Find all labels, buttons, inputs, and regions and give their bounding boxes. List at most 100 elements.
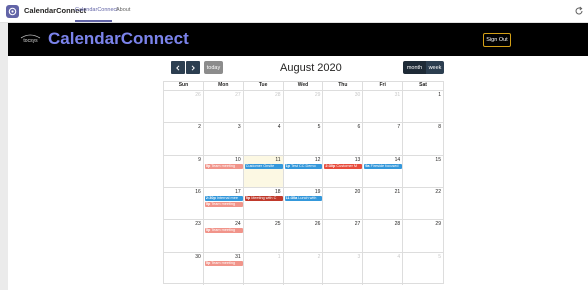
calendar-event[interactable]: 1p Test CC Demo (284, 163, 323, 169)
day-cell[interactable]: 10 (203, 155, 244, 188)
day-cell[interactable]: 1 (244, 252, 284, 285)
day-number: 12 (314, 156, 321, 163)
day-cell[interactable]: 25 (243, 220, 284, 253)
day-cell[interactable]: 4 (363, 252, 404, 285)
calendar-event[interactable]: Customer Onsite (244, 163, 283, 169)
event-time: 5p (205, 163, 211, 168)
day-number: 23 (195, 221, 201, 228)
weekday-header-fri: Fri (363, 82, 404, 90)
day-cell[interactable]: 28 (243, 91, 284, 124)
day-number: 4 (397, 253, 401, 260)
day-cell[interactable]: 31 (363, 91, 404, 124)
active-tab-indicator (75, 20, 112, 22)
refresh-icon[interactable] (574, 6, 584, 16)
event-title: Team meeting (211, 163, 236, 168)
day-cell[interactable]: 2 (164, 123, 204, 156)
sign-out-button[interactable]: Sign Out (483, 33, 511, 47)
day-number: 27 (354, 221, 361, 228)
day-cell[interactable]: 6 (323, 123, 364, 156)
calendar-event[interactable]: 2:30p Customer M (324, 163, 363, 169)
day-cell[interactable]: 19 (283, 188, 324, 221)
day-number: 10 (235, 156, 241, 163)
event-time: 1p (285, 163, 290, 168)
day-cell[interactable]: 27 (203, 91, 244, 124)
day-number: 2 (317, 253, 321, 260)
day-cell[interactable]: 9 (164, 155, 204, 188)
day-cell[interactable]: 8 (403, 123, 443, 156)
day-cell[interactable]: 28 (363, 220, 404, 253)
day-number: 1 (438, 92, 441, 98)
day-cell[interactable]: 5 (283, 123, 324, 156)
day-cell[interactable]: 5 (403, 253, 443, 285)
day-cell[interactable]: 3 (203, 123, 244, 156)
event-time: 5p (205, 202, 211, 206)
event-title: Customer Onsite (245, 163, 275, 168)
day-cell[interactable]: 14 (363, 155, 404, 188)
day-number: 29 (314, 92, 321, 98)
day-cell[interactable]: 13 (323, 155, 364, 188)
calendar-event[interactable]: 5p Team meeting (204, 228, 243, 234)
event-title: Team meeting (211, 228, 236, 233)
day-cell[interactable]: 27 (323, 220, 364, 253)
day-cell[interactable]: 12 (283, 155, 324, 188)
weekday-header-wed: Wed (284, 82, 324, 90)
event-time: 11:30a (285, 196, 298, 200)
day-number: 9 (198, 156, 201, 163)
calendarconnect-app-icon (6, 5, 19, 18)
weekday-header-sun: Sun (164, 82, 204, 90)
day-number: 5 (438, 253, 441, 260)
day-cell[interactable]: 29 (283, 91, 324, 124)
day-number: 7 (397, 124, 401, 131)
day-cell[interactable]: 24 (203, 220, 244, 253)
calendar-event[interactable]: 5p Meeting with C (244, 196, 283, 201)
event-time: 2:30p (205, 196, 216, 200)
calendar-event[interactable]: 2:30p Internal mee (204, 196, 243, 201)
today-button[interactable]: today (204, 61, 223, 74)
day-cell[interactable]: 21 (363, 188, 404, 221)
day-cell[interactable]: 15 (403, 156, 443, 188)
day-number: 17 (235, 189, 241, 195)
calendar-event[interactable]: 11:30a Lunch with (284, 196, 323, 201)
app-logo-icon (8, 7, 17, 16)
day-cell[interactable]: 7 (363, 123, 404, 156)
event-title: Meeting with C (251, 196, 277, 200)
event-title: Lunch with (298, 196, 317, 200)
day-cell[interactable]: 26 (283, 220, 324, 253)
week-view-button[interactable]: week (426, 61, 444, 74)
day-number: 8 (438, 124, 441, 131)
day-cell[interactable]: 4 (243, 123, 284, 156)
day-cell[interactable]: 20 (323, 188, 364, 221)
prev-month-button[interactable] (171, 61, 185, 74)
day-cell[interactable]: 1 (403, 91, 443, 124)
day-cell[interactable]: 22 (403, 188, 443, 221)
calendar-event[interactable]: 5p Team meeting (204, 202, 243, 207)
tab-about[interactable]: About (116, 7, 130, 13)
day-cell[interactable]: 23 (164, 220, 204, 253)
day-cell[interactable]: 29 (403, 220, 443, 253)
day-number: 30 (195, 253, 201, 260)
calendar-event[interactable]: 5p Team meeting (204, 163, 243, 169)
month-title: August 2020 (280, 62, 342, 74)
day-cell[interactable]: 16 (164, 188, 204, 221)
event-title: Test CC Demo (291, 163, 316, 168)
day-number: 11 (275, 156, 281, 163)
day-cell[interactable]: 3 (323, 252, 364, 285)
day-cell[interactable]: 31 (204, 252, 244, 285)
day-number: 15 (435, 156, 441, 163)
tab-calendarconnect[interactable]: CalendarConnect (75, 7, 118, 13)
day-cell[interactable]: 18 (243, 188, 284, 221)
day-number: 3 (357, 253, 361, 260)
event-title: Internal mee (216, 196, 238, 200)
month-grid: Sun Mon Tue Wed Thu Fri Sat 26 27 28 29 30 31 1 2 3 4 5 6 7… (163, 81, 444, 285)
day-number: 31 (235, 253, 241, 260)
day-cell[interactable]: 26 (164, 91, 204, 124)
calendar-event[interactable]: 9a Fireside focused (364, 163, 403, 169)
day-cell[interactable]: 30 (164, 252, 204, 285)
day-cell[interactable]: 11 (243, 155, 284, 188)
next-month-button[interactable] (186, 61, 200, 74)
day-cell[interactable]: 30 (323, 91, 364, 124)
month-view-button[interactable]: month (403, 61, 426, 74)
day-number: 24 (235, 221, 241, 228)
day-cell[interactable]: 2 (284, 252, 324, 285)
calendar-event[interactable]: 5p Team meeting (204, 260, 243, 266)
